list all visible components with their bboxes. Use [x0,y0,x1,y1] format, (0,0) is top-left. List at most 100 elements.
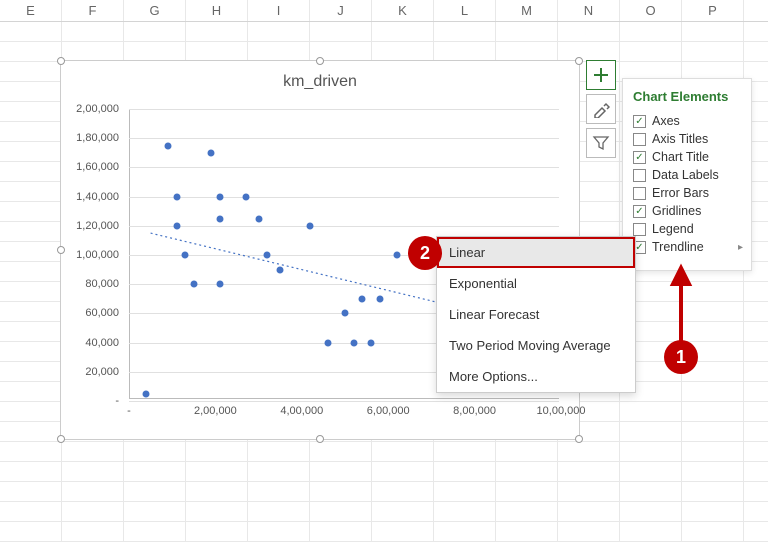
data-point[interactable] [216,193,223,200]
element-label: Legend [652,222,694,236]
chart-side-buttons [586,60,616,158]
checkbox-icon[interactable]: ✓ [633,151,646,164]
y-tick-label: 2,00,000 [76,103,119,115]
y-tick-label: - [115,395,119,407]
resize-handle[interactable] [575,435,583,443]
x-tick-label: - [127,405,131,417]
data-point[interactable] [342,310,349,317]
data-point[interactable] [143,390,150,397]
chevron-right-icon: ▸ [738,242,743,253]
y-tick-label: 40,000 [85,337,119,349]
resize-handle[interactable] [575,57,583,65]
brush-button[interactable] [586,94,616,124]
panel-title: Chart Elements [633,89,741,104]
column-header[interactable]: H [186,0,248,21]
y-tick-label: 1,80,000 [76,132,119,144]
column-headers: EFGHIJKLMNOP [0,0,768,22]
data-point[interactable] [190,281,197,288]
data-point[interactable] [164,142,171,149]
data-point[interactable] [173,222,180,229]
data-point[interactable] [393,252,400,259]
arrow-annotation [672,262,690,342]
checkbox-icon[interactable] [633,169,646,182]
callout-1: 1 [664,340,698,374]
element-label: Gridlines [652,204,701,218]
trend-option-more-options[interactable]: More Options... [437,361,635,392]
column-header[interactable]: N [558,0,620,21]
data-point[interactable] [324,339,331,346]
data-point[interactable] [367,339,374,346]
column-header[interactable]: F [62,0,124,21]
column-header[interactable]: G [124,0,186,21]
element-item-error-bars[interactable]: Error Bars [633,184,741,202]
y-tick-label: 20,000 [85,366,119,378]
trendline-submenu[interactable]: LinearExponentialLinear ForecastTwo Peri… [436,236,636,393]
y-tick-label: 1,00,000 [76,249,119,261]
element-label: Chart Title [652,150,709,164]
x-tick-label: 8,00,000 [453,405,496,417]
element-item-data-labels[interactable]: Data Labels [633,166,741,184]
column-header[interactable]: M [496,0,558,21]
data-point[interactable] [242,193,249,200]
element-item-gridlines[interactable]: ✓ Gridlines [633,202,741,220]
element-label: Data Labels [652,168,719,182]
chart-elements-panel[interactable]: Chart Elements ✓ Axes Axis Titles ✓ Chart Ti… [622,78,752,271]
data-point[interactable] [350,339,357,346]
plus-button[interactable] [586,60,616,90]
x-tick-label: 10,00,000 [537,405,586,417]
trend-option-two-period-moving-average[interactable]: Two Period Moving Average [437,330,635,361]
checkbox-icon[interactable]: ✓ [633,115,646,128]
resize-handle[interactable] [316,57,324,65]
column-header[interactable]: O [620,0,682,21]
checkbox-icon[interactable] [633,133,646,146]
element-item-axes[interactable]: ✓ Axes [633,112,741,130]
x-tick-label: 4,00,000 [280,405,323,417]
data-point[interactable] [376,295,383,302]
data-point[interactable] [307,222,314,229]
y-tick-label: 60,000 [85,307,119,319]
data-point[interactable] [182,252,189,259]
element-label: Error Bars [652,186,709,200]
data-point[interactable] [264,252,271,259]
element-item-axis-titles[interactable]: Axis Titles [633,130,741,148]
data-point[interactable] [255,215,262,222]
column-header[interactable]: I [248,0,310,21]
data-point[interactable] [173,193,180,200]
column-header[interactable]: E [0,0,62,21]
resize-handle[interactable] [57,57,65,65]
column-header[interactable]: J [310,0,372,21]
checkbox-icon[interactable] [633,187,646,200]
data-point[interactable] [216,215,223,222]
element-label: Axes [652,114,680,128]
trend-option-exponential[interactable]: Exponential [437,268,635,299]
y-axis-labels: -20,00040,00060,00080,0001,00,0001,20,00… [61,109,125,399]
data-point[interactable] [208,149,215,156]
filter-button[interactable] [586,128,616,158]
column-header[interactable]: P [682,0,744,21]
element-item-trendline[interactable]: ✓Trendline▸ [633,238,741,256]
y-tick-label: 1,20,000 [76,220,119,232]
elements-list: ✓ Axes Axis Titles ✓ Chart Title Data Labels E… [633,112,741,256]
data-point[interactable] [359,295,366,302]
resize-handle[interactable] [316,435,324,443]
trend-option-linear-forecast[interactable]: Linear Forecast [437,299,635,330]
x-tick-label: 2,00,000 [194,405,237,417]
y-tick-label: 80,000 [85,278,119,290]
y-tick-label: 1,60,000 [76,161,119,173]
element-label: Axis Titles [652,132,708,146]
chart-title[interactable]: km_driven [61,61,579,95]
data-point[interactable] [277,266,284,273]
element-item-chart-title[interactable]: ✓ Chart Title [633,148,741,166]
element-item-legend[interactable]: Legend [633,220,741,238]
x-axis-labels: -2,00,0004,00,0006,00,0008,00,00010,00,0… [129,405,559,421]
checkbox-icon[interactable]: ✓ [633,205,646,218]
column-header[interactable]: K [372,0,434,21]
y-tick-label: 1,40,000 [76,191,119,203]
resize-handle[interactable] [57,435,65,443]
column-header[interactable]: L [434,0,496,21]
checkbox-icon[interactable] [633,223,646,236]
data-point[interactable] [216,281,223,288]
x-tick-label: 6,00,000 [367,405,410,417]
element-label: Trendline [652,240,704,254]
trend-option-linear[interactable]: Linear [437,237,635,268]
